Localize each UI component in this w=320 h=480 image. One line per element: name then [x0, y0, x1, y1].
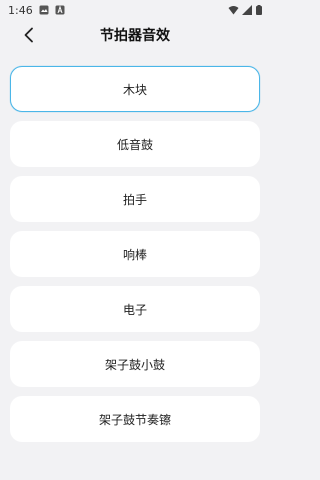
signal-icon — [242, 5, 252, 15]
gallery-icon — [39, 5, 49, 15]
sound-option-claves[interactable]: 响棒 — [10, 231, 260, 277]
sound-option-label: 架子鼓小鼓 — [104, 357, 165, 372]
sound-option-woodblock[interactable]: 木块 — [10, 66, 260, 112]
chevron-left-icon — [24, 27, 33, 43]
sound-option-electronic[interactable]: 电子 — [10, 286, 260, 332]
sound-option-bass-drum[interactable]: 低音鼓 — [10, 121, 260, 167]
sound-list: 木块 低音鼓 拍手 响棒 电子 架子鼓小鼓 架子鼓节奏镲 — [10, 66, 260, 451]
sound-option-clap[interactable]: 拍手 — [10, 176, 260, 222]
status-bar: 1:46 — [0, 0, 270, 20]
status-time: 1:46 — [8, 3, 33, 17]
sound-option-hihat[interactable]: 架子鼓节奏镲 — [10, 396, 260, 442]
sound-option-label: 架子鼓节奏镲 — [98, 412, 171, 427]
back-button[interactable] — [18, 24, 40, 46]
sound-option-snare[interactable]: 架子鼓小鼓 — [10, 341, 260, 387]
sound-option-label: 电子 — [122, 302, 147, 317]
sound-option-label: 木块 — [122, 82, 147, 97]
app-header: 节拍器音效 — [0, 20, 270, 50]
battery-icon — [256, 5, 262, 15]
wifi-icon — [228, 5, 239, 15]
page-title: 节拍器音效 — [100, 28, 170, 44]
sound-option-label: 响棒 — [122, 247, 147, 262]
sound-option-label: 拍手 — [122, 192, 147, 207]
app-a-icon — [55, 5, 65, 15]
sound-option-label: 低音鼓 — [116, 137, 153, 152]
